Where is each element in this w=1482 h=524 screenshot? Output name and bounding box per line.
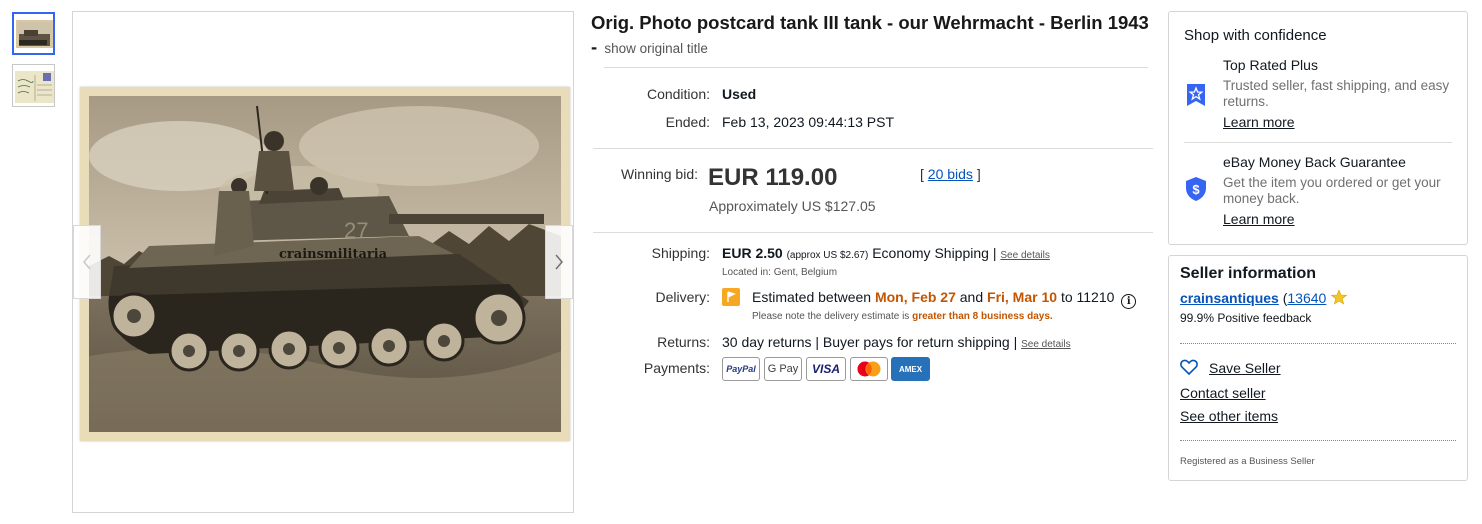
top-rated-desc: Trusted seller, fast shipping, and easy … — [1223, 78, 1450, 109]
money-back-desc: Get the item you ordered or get your mon… — [1223, 175, 1441, 206]
chevron-right-icon — [555, 254, 563, 270]
amex-logo: AMEX — [891, 357, 930, 381]
main-image-viewer[interactable]: 27 crainsmilitaria — [72, 11, 574, 513]
chevron-left-icon — [83, 254, 91, 270]
winning-bid-price: EUR 119.00 — [708, 164, 838, 191]
delivery-note: Please note the delivery estimate is gre… — [752, 311, 1053, 322]
delivery-text: Estimated between — [752, 289, 872, 305]
delivery-note-highlight: greater than 8 business days. — [912, 311, 1053, 322]
item-location: Located in: Gent, Belgium — [722, 267, 838, 278]
shipping-info: EUR 2.50 (approx US $2.67) Economy Shipp… — [722, 245, 1050, 261]
delivery-zip: to 11210 — [1060, 289, 1115, 305]
ended-label: Ended: — [665, 114, 710, 130]
ended-value: Feb 13, 2023 09:44:13 PST — [722, 114, 895, 130]
divider — [1184, 142, 1452, 143]
top-rated-learn-more-link[interactable]: Learn more — [1223, 114, 1295, 130]
info-icon[interactable]: i — [1121, 294, 1137, 309]
star-icon — [1330, 289, 1348, 308]
shipping-see-details-link[interactable]: See details — [1000, 250, 1049, 261]
next-image-button[interactable] — [545, 225, 573, 299]
watermark-text: crainsmilitaria — [279, 247, 388, 262]
thumbnail-image-front — [16, 20, 53, 48]
tank-photo: 27 crainsmilitaria — [89, 96, 561, 432]
shop-with-confidence-panel — [1168, 11, 1468, 245]
money-back-title: eBay Money Back Guarantee — [1223, 154, 1406, 170]
feedback-score-link[interactable]: 13640 — [1287, 290, 1326, 306]
item-title: Orig. Photo postcard tank III tank - our… — [591, 11, 1151, 61]
shipping-method: Economy Shipping — [872, 245, 989, 261]
delivery-and: and — [959, 289, 984, 305]
divider — [604, 67, 1148, 68]
condition-value: Used — [722, 86, 757, 102]
delivery-date-end: Fri, Mar 10 — [987, 289, 1058, 305]
returns-text: 30 day returns | Buyer pays for return s… — [722, 334, 1010, 350]
payments-label: Payments: — [643, 360, 710, 376]
registered-business-seller: Registered as a Business Seller — [1180, 456, 1315, 467]
top-rated-badge-icon — [1185, 83, 1207, 112]
delivery-flag-icon — [722, 288, 740, 306]
bid-history-link[interactable]: 20 bids — [928, 166, 973, 182]
shield-dollar-icon: $ — [1185, 176, 1207, 207]
returns-label: Returns: — [657, 334, 710, 350]
delivery-date-start: Mon, Feb 27 — [874, 289, 956, 305]
seller-name-row: crainsantiques (13640 — [1180, 289, 1348, 308]
postcard-photo: 27 crainsmilitaria — [80, 87, 570, 441]
delivery-label: Delivery: — [655, 289, 710, 305]
svg-text:$: $ — [1192, 182, 1200, 197]
shipping-approx: (approx US $2.67) — [786, 250, 869, 261]
winning-bid-approx: Approximately US $127.05 — [709, 198, 876, 214]
svg-text:27: 27 — [344, 218, 368, 243]
shipping-price: EUR 2.50 — [722, 245, 783, 261]
divider — [593, 232, 1153, 233]
condition-label: Condition: — [646, 86, 710, 102]
visa-logo: VISA — [806, 357, 846, 381]
positive-feedback: 99.9% Positive feedback — [1180, 311, 1312, 325]
bid-count-close: ] — [976, 166, 981, 182]
mastercard-icon — [857, 361, 881, 377]
returns-info: 30 day returns | Buyer pays for return s… — [722, 334, 1071, 350]
mastercard-logo — [850, 357, 888, 381]
contact-seller-link[interactable]: Contact seller — [1180, 385, 1266, 401]
returns-separator: | — [1013, 334, 1018, 350]
seller-heading: Seller information — [1180, 265, 1317, 282]
thumbnail-image-back — [15, 71, 54, 103]
returns-see-details-link[interactable]: See details — [1021, 339, 1070, 350]
delivery-estimate: Estimated between Mon, Feb 27 and Fri, M… — [752, 289, 1137, 309]
shipping-separator: | — [992, 245, 997, 261]
bid-count-open: [ — [920, 166, 924, 182]
see-other-items-link[interactable]: See other items — [1180, 408, 1278, 424]
top-rated-title: Top Rated Plus — [1223, 57, 1318, 73]
winning-bid-label: Winning bid: — [620, 166, 698, 182]
seller-name-link[interactable]: crainsantiques — [1180, 290, 1279, 306]
save-seller-link[interactable]: Save Seller — [1209, 360, 1281, 376]
show-original-title-link[interactable]: show original title — [604, 41, 708, 56]
divider — [593, 148, 1153, 149]
thumbnail-postcard-back[interactable] — [12, 64, 55, 107]
bid-count: [ 20 bids ] — [920, 166, 981, 182]
thumbnail-postcard-front[interactable] — [12, 12, 55, 55]
delivery-note-text: Please note the delivery estimate is — [752, 311, 910, 322]
google-pay-logo: G Pay — [764, 357, 802, 381]
money-back-learn-more-link[interactable]: Learn more — [1223, 211, 1295, 227]
dotted-divider — [1180, 440, 1456, 441]
previous-image-button[interactable] — [73, 225, 101, 299]
confidence-heading: Shop with confidence — [1184, 27, 1327, 44]
dotted-divider — [1180, 343, 1456, 344]
shipping-label: Shipping: — [651, 245, 710, 261]
heart-icon[interactable] — [1180, 359, 1198, 380]
paypal-logo: PayPal — [722, 357, 760, 381]
